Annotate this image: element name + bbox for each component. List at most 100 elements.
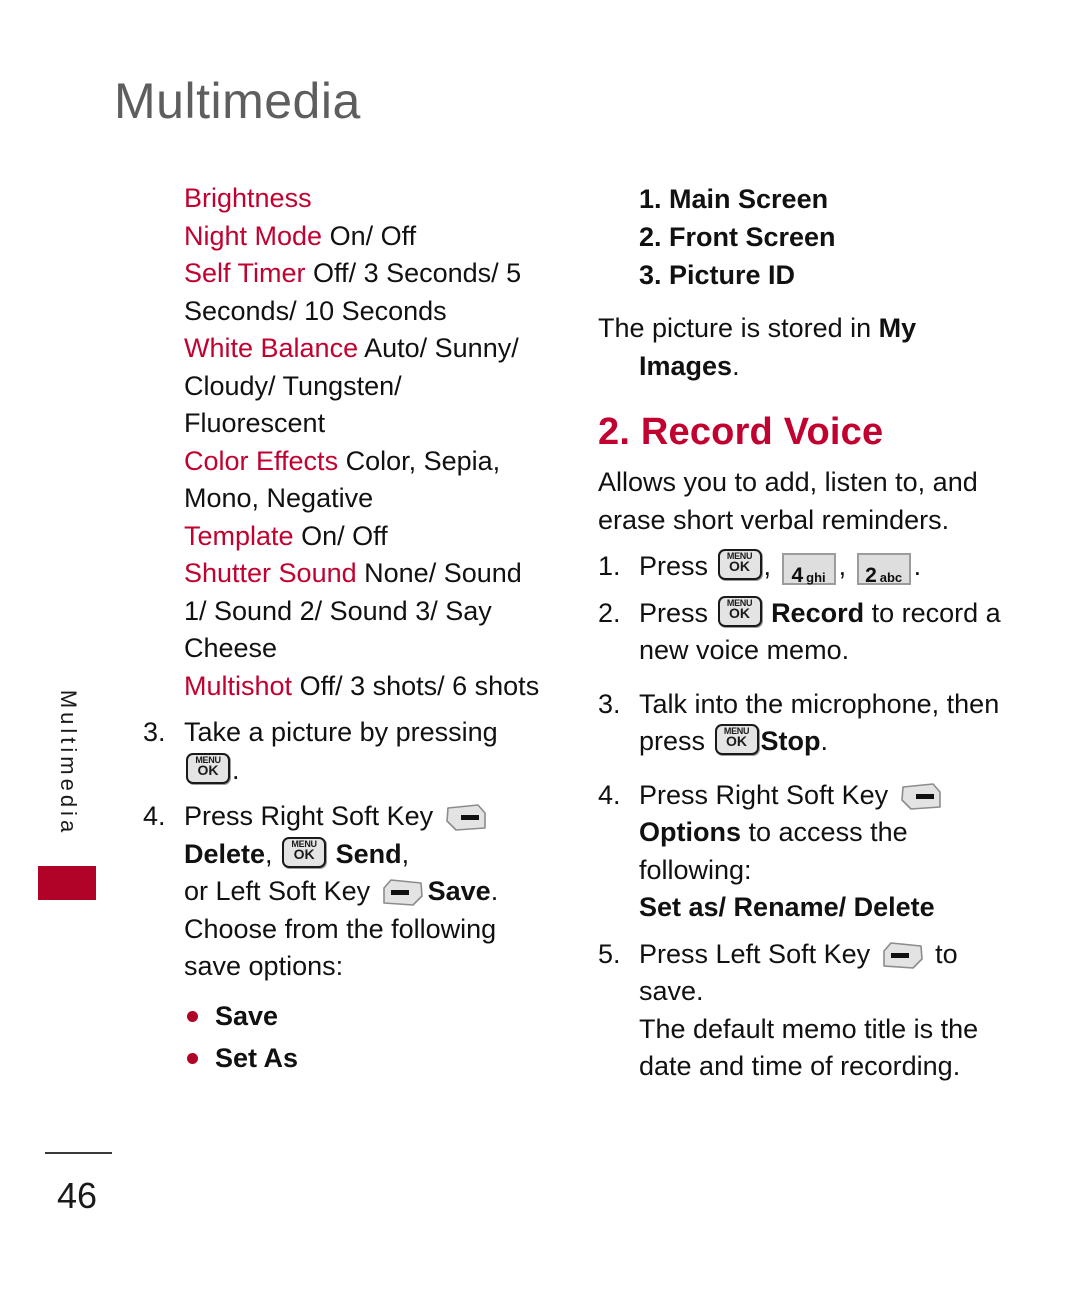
softkey-action-options: Options <box>639 817 741 847</box>
bullet-dot-icon <box>187 1010 198 1022</box>
comma: , <box>763 551 772 581</box>
step-text: press <box>639 726 706 756</box>
keypad-key-digit: 4 <box>791 564 804 587</box>
menu-action-record: Record <box>771 597 865 628</box>
softkey-action-save: Save <box>427 876 491 906</box>
setting-values: On/ Off <box>329 220 417 251</box>
step-number: 3. <box>598 688 621 719</box>
step-number: 2. <box>598 597 621 628</box>
section-intro: Allows you to add, listen to, and erase … <box>598 467 978 535</box>
page-number: 46 <box>57 1175 98 1216</box>
left-soft-key-icon <box>882 941 924 969</box>
step-text: Take a picture by pressing <box>184 717 498 747</box>
picture-target-item-2: 2. Front Screen <box>639 222 836 252</box>
step-text-end: . <box>232 754 240 785</box>
keypad-key-letters: abc <box>879 570 903 585</box>
menu-ok-key-icon: MENU OK <box>282 836 327 868</box>
setting-shutter-sound: Shutter Sound None/ Sound 1/ Sound 2/ So… <box>143 555 543 668</box>
side-chapter-tab-label: Multimedia <box>56 689 81 837</box>
setting-name: Color Effects <box>184 445 339 476</box>
step-text: Press <box>639 597 709 628</box>
comma: , <box>838 551 847 581</box>
menu-ok-key-icon: MENU OK <box>717 595 762 627</box>
right-step-5: 5. Press Left Soft Key to save. The defa… <box>598 936 1010 1086</box>
step-text: date and time of recording. <box>639 1051 961 1081</box>
keypad-key-2-icon: 2 abc <box>856 553 911 587</box>
section-heading-record-voice: 2. Record Voice <box>598 411 884 453</box>
step-text: to record a <box>871 597 1001 628</box>
save-option-set-as: Set As <box>143 1037 543 1079</box>
page-title: Multimedia <box>114 73 361 129</box>
left-soft-key-icon <box>382 879 424 906</box>
step-number: 4. <box>598 779 621 810</box>
setting-name: Night Mode <box>184 220 323 251</box>
step-number: 4. <box>143 801 166 831</box>
menu-ok-key-bottom-label: OK <box>293 845 315 862</box>
setting-night-mode: Night Mode On/ Off <box>143 218 543 256</box>
comma: , <box>401 838 410 869</box>
right-column: 1. Main Screen 2. Front Screen 3. Pictur… <box>598 180 1010 1086</box>
period: . <box>732 350 740 381</box>
comma: , <box>265 838 273 869</box>
bullet-label: Set As <box>215 1042 299 1073</box>
step-text: following: <box>639 854 752 885</box>
menu-ok-key-icon: MENU OK <box>186 752 230 784</box>
right-step-1: 1. Press MENU OK , 4 ghi, 2 abc. <box>598 548 1010 587</box>
period: . <box>820 726 829 756</box>
step-text: Press Right Soft Key <box>184 801 434 831</box>
step-number: 3. <box>143 717 166 747</box>
left-step-3: 3. Take a picture by pressing MENU OK . <box>143 714 543 789</box>
side-chapter-tab-marker <box>38 866 96 900</box>
left-column: Brightness Night Mode On/ Off Self Timer… <box>143 180 543 1079</box>
setting-white-balance: White Balance Auto/ Sunny/ Cloudy/ Tungs… <box>143 330 543 443</box>
period: . <box>913 551 922 581</box>
step-text: to access the <box>748 817 908 847</box>
setting-name: White Balance <box>184 333 359 363</box>
step-text: or Left Soft Key <box>184 876 371 906</box>
step-text: Choose from the following <box>184 913 497 944</box>
keypad-key-digit: 2 <box>865 564 877 587</box>
setting-values: On/ Off <box>301 520 388 551</box>
right-step-4: 4. Press Right Soft Key Options to acces… <box>598 777 1010 927</box>
note-bold-my: My <box>878 313 917 343</box>
right-soft-key-icon <box>445 804 487 831</box>
setting-values: Off/ 3 shots/ 6 shots <box>299 670 540 701</box>
keypad-key-4-icon: 4 ghi <box>781 553 836 587</box>
step-text: Press <box>639 551 709 581</box>
manual-page: Multimedia Multimedia Brightness Night M… <box>0 0 1080 1295</box>
setting-name: Brightness <box>184 183 312 213</box>
picture-target-item-1: 1. Main Screen <box>639 184 829 214</box>
menu-ok-key-icon: MENU OK <box>717 549 762 580</box>
step-text: Talk into the microphone, then <box>639 688 1000 719</box>
softkey-action-delete: Delete <box>184 838 266 869</box>
right-step-3: 3. Talk into the microphone, then press … <box>598 686 1010 761</box>
setting-color-effects: Color Effects Color, Sepia, Mono, Negati… <box>143 443 543 518</box>
note-text: The picture is stored in <box>598 313 879 343</box>
setting-multishot: Multishot Off/ 3 shots/ 6 shots <box>143 668 543 706</box>
setting-self-timer: Self Timer Off/ 3 Seconds/ 5 Seconds/ 10… <box>143 255 543 330</box>
step-number: 5. <box>598 938 621 969</box>
side-chapter-tab: Multimedia <box>38 690 96 920</box>
setting-brightness: Brightness <box>143 180 543 218</box>
menu-ok-key-bottom-label: OK <box>726 733 748 749</box>
right-soft-key-icon <box>900 782 942 810</box>
options-list: Set as/ Rename/ Delete <box>639 892 935 922</box>
step-number: 1. <box>598 551 621 581</box>
menu-ok-key-icon: MENU OK <box>714 724 759 755</box>
menu-action-stop: Stop <box>760 726 821 756</box>
right-step-2: 2. Press MENU OK Record to record a new … <box>598 595 1010 670</box>
menu-ok-key-bottom-label: OK <box>729 558 751 574</box>
menu-ok-key-bottom-label: OK <box>729 604 751 621</box>
menu-ok-key-bottom-label: OK <box>197 761 219 778</box>
footer-rule <box>45 1152 112 1154</box>
setting-name: Multishot <box>184 670 293 701</box>
setting-name: Template <box>184 520 294 551</box>
save-option-save: Save <box>143 995 543 1037</box>
keypad-key-letters: ghi <box>806 570 826 585</box>
step-text: new voice memo. <box>639 635 850 665</box>
step-text: save options: <box>184 951 344 981</box>
setting-name: Shutter Sound <box>184 558 357 588</box>
period: . <box>490 876 499 906</box>
step-text: The default memo title is the <box>639 1013 979 1044</box>
step-text: Press Right Soft Key <box>639 779 889 810</box>
